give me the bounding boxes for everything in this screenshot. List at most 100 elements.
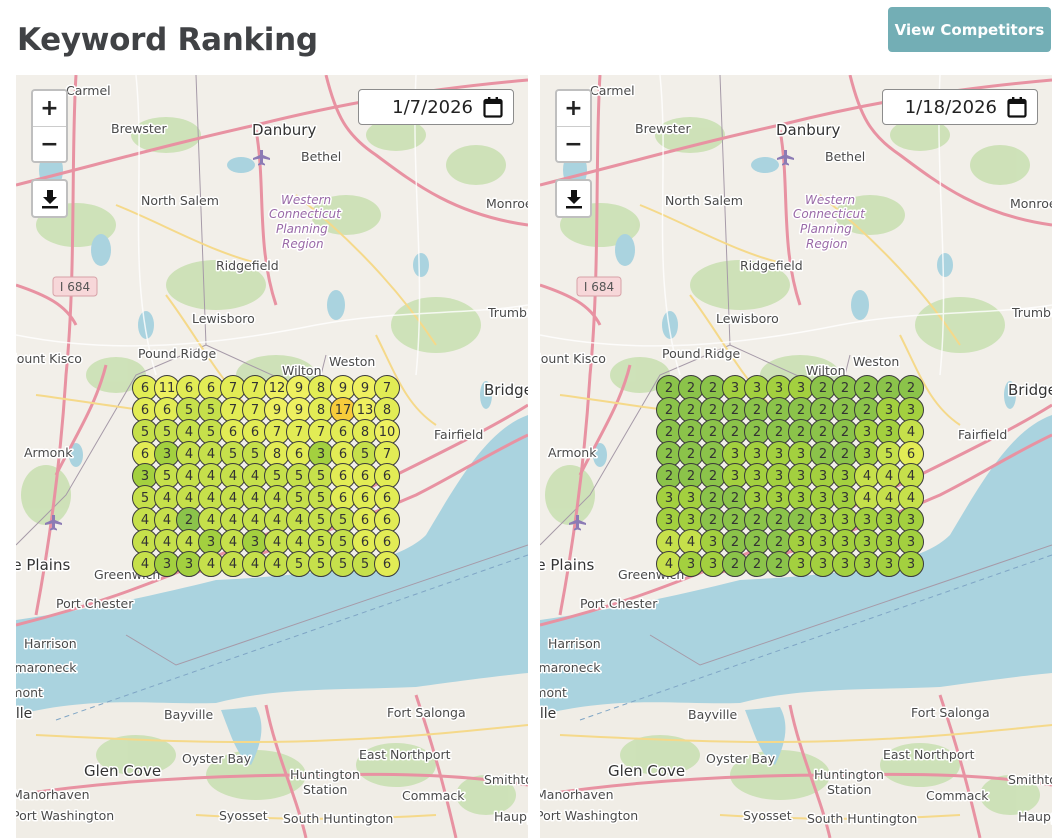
rank-pin[interactable]: 3 bbox=[854, 551, 880, 577]
rank-pin[interactable]: 3 bbox=[678, 485, 704, 511]
rank-pin[interactable]: 3 bbox=[810, 529, 836, 555]
rank-pin[interactable]: 4 bbox=[286, 507, 312, 533]
rank-pin[interactable]: 5 bbox=[330, 529, 356, 555]
rank-pin[interactable]: 3 bbox=[876, 419, 902, 445]
rank-pin[interactable]: 8 bbox=[374, 397, 400, 423]
download-button[interactable] bbox=[31, 179, 68, 218]
rank-pin[interactable]: 4 bbox=[242, 507, 268, 533]
rank-pin[interactable]: 5 bbox=[132, 485, 158, 511]
rank-pin[interactable]: 2 bbox=[744, 507, 770, 533]
rank-pin[interactable]: 4 bbox=[220, 507, 246, 533]
rank-pin[interactable]: 3 bbox=[744, 463, 770, 489]
rank-pin[interactable]: 6 bbox=[374, 507, 400, 533]
rank-pin[interactable]: 2 bbox=[722, 507, 748, 533]
rank-pin[interactable]: 5 bbox=[286, 551, 312, 577]
rank-pin[interactable]: 5 bbox=[264, 463, 290, 489]
rank-pin[interactable]: 2 bbox=[656, 463, 682, 489]
rank-pin[interactable]: 5 bbox=[308, 463, 334, 489]
rank-pin[interactable]: 3 bbox=[744, 485, 770, 511]
rank-pin[interactable]: 2 bbox=[876, 375, 902, 401]
rank-pin[interactable]: 3 bbox=[810, 551, 836, 577]
ranking-map-1[interactable]: I 684 Carmel Brewster Danbury Bethel Nor… bbox=[16, 75, 528, 838]
rank-pin[interactable]: 3 bbox=[722, 463, 748, 489]
rank-pin[interactable]: 7 bbox=[220, 375, 246, 401]
rank-pin[interactable]: 6 bbox=[330, 463, 356, 489]
rank-pin[interactable]: 2 bbox=[744, 529, 770, 555]
rank-pin[interactable]: 5 bbox=[308, 507, 334, 533]
rank-pin[interactable]: 3 bbox=[898, 507, 924, 533]
rank-pin[interactable]: 4 bbox=[220, 463, 246, 489]
rank-pin[interactable]: 2 bbox=[722, 551, 748, 577]
rank-pin[interactable]: 2 bbox=[744, 419, 770, 445]
rank-pin[interactable]: 2 bbox=[700, 419, 726, 445]
rank-pin[interactable]: 3 bbox=[788, 551, 814, 577]
rank-pin[interactable]: 4 bbox=[242, 463, 268, 489]
rank-pin[interactable]: 4 bbox=[198, 551, 224, 577]
rank-pin[interactable]: 2 bbox=[722, 529, 748, 555]
rank-pin[interactable]: 4 bbox=[154, 529, 180, 555]
rank-pin[interactable]: 2 bbox=[832, 441, 858, 467]
rank-pin[interactable]: 4 bbox=[220, 485, 246, 511]
rank-pin[interactable]: 3 bbox=[766, 485, 792, 511]
rank-pin[interactable]: 4 bbox=[220, 529, 246, 555]
rank-pin[interactable]: 3 bbox=[832, 551, 858, 577]
rank-pin[interactable]: 4 bbox=[264, 507, 290, 533]
rank-pin[interactable]: 3 bbox=[308, 441, 334, 467]
rank-pin[interactable]: 3 bbox=[788, 485, 814, 511]
rank-pin[interactable]: 13 bbox=[352, 397, 378, 423]
rank-pin[interactable]: 4 bbox=[898, 463, 924, 489]
rank-pin[interactable]: 7 bbox=[264, 419, 290, 445]
rank-pin[interactable]: 4 bbox=[242, 551, 268, 577]
rank-pin[interactable]: 3 bbox=[810, 485, 836, 511]
rank-pin[interactable]: 2 bbox=[832, 397, 858, 423]
rank-pin[interactable]: 5 bbox=[330, 507, 356, 533]
rank-pin[interactable]: 6 bbox=[374, 551, 400, 577]
rank-pin[interactable]: 3 bbox=[876, 507, 902, 533]
rank-pin[interactable]: 6 bbox=[374, 485, 400, 511]
rank-pin[interactable]: 3 bbox=[854, 507, 880, 533]
rank-pin[interactable]: 2 bbox=[810, 375, 836, 401]
rank-pin[interactable]: 4 bbox=[176, 485, 202, 511]
rank-pin[interactable]: 6 bbox=[898, 441, 924, 467]
rank-pin[interactable]: 9 bbox=[352, 375, 378, 401]
rank-pin[interactable]: 11 bbox=[154, 375, 180, 401]
rank-pin[interactable]: 2 bbox=[700, 507, 726, 533]
rank-pin[interactable]: 4 bbox=[854, 485, 880, 511]
rank-pin[interactable]: 6 bbox=[132, 375, 158, 401]
rank-pin[interactable]: 3 bbox=[198, 529, 224, 555]
rank-pin[interactable]: 2 bbox=[678, 397, 704, 423]
zoom-out-button[interactable]: − bbox=[33, 127, 66, 161]
rank-pin[interactable]: 4 bbox=[198, 441, 224, 467]
rank-pin[interactable]: 3 bbox=[766, 441, 792, 467]
rank-pin[interactable]: 7 bbox=[374, 375, 400, 401]
rank-pin[interactable]: 5 bbox=[154, 419, 180, 445]
rank-pin[interactable]: 3 bbox=[656, 507, 682, 533]
rank-pin[interactable]: 3 bbox=[876, 397, 902, 423]
rank-pin[interactable]: 3 bbox=[832, 507, 858, 533]
rank-pin[interactable]: 2 bbox=[700, 485, 726, 511]
rank-pin[interactable]: 6 bbox=[198, 375, 224, 401]
rank-pin[interactable]: 6 bbox=[132, 397, 158, 423]
rank-pin[interactable]: 3 bbox=[788, 441, 814, 467]
rank-pin[interactable]: 2 bbox=[722, 419, 748, 445]
rank-pin[interactable]: 8 bbox=[308, 375, 334, 401]
rank-pin[interactable]: 2 bbox=[810, 419, 836, 445]
rank-pin[interactable]: 2 bbox=[766, 551, 792, 577]
rank-pin[interactable]: 3 bbox=[788, 463, 814, 489]
rank-pin[interactable]: 4 bbox=[154, 507, 180, 533]
rank-pin[interactable]: 5 bbox=[176, 397, 202, 423]
rank-pin[interactable]: 4 bbox=[678, 529, 704, 555]
rank-pin[interactable]: 5 bbox=[242, 441, 268, 467]
ranking-map-2[interactable]: I 684 Carmel Brewster Danbury Bethel Nor… bbox=[540, 75, 1052, 838]
rank-pin[interactable]: 6 bbox=[352, 507, 378, 533]
rank-pin[interactable]: 2 bbox=[832, 375, 858, 401]
rank-pin[interactable]: 7 bbox=[220, 397, 246, 423]
rank-pin[interactable]: 5 bbox=[198, 419, 224, 445]
rank-pin[interactable]: 2 bbox=[700, 463, 726, 489]
rank-pin[interactable]: 3 bbox=[788, 375, 814, 401]
rank-pin[interactable]: 5 bbox=[286, 485, 312, 511]
rank-pin[interactable]: 3 bbox=[744, 375, 770, 401]
rank-pin[interactable]: 6 bbox=[286, 441, 312, 467]
rank-pin[interactable]: 3 bbox=[898, 397, 924, 423]
rank-pin[interactable]: 2 bbox=[678, 441, 704, 467]
